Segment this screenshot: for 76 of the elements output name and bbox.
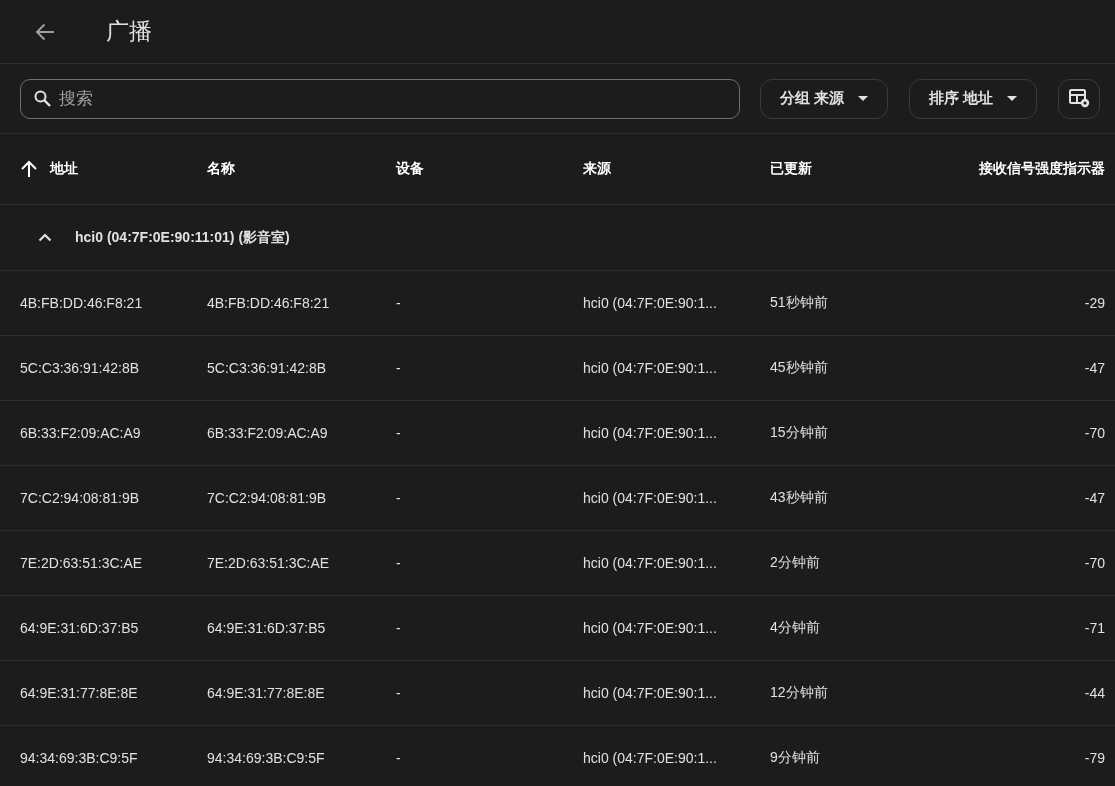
back-button[interactable] [35, 22, 55, 41]
column-header[interactable]: 设备 [396, 160, 424, 178]
table-cell: -47 [1084, 490, 1105, 506]
table-cell: - [396, 360, 401, 376]
table-cell: hci0 (04:7F:0E:90:1... [583, 360, 717, 376]
table-cell: 12分钟前 [770, 684, 828, 702]
table-cell: 4B:FB:DD:46:F8:21 [20, 295, 143, 311]
table-row[interactable]: 7C:C2:94:08:81:9B 7C:C2:94:08:81:9B - hci0 (04:7F:0E:90:1... 43秒钟前 -47 [0, 466, 1115, 531]
search-icon [34, 89, 51, 107]
table-row[interactable]: 64:9E:31:6D:37:B5 64:9E:31:6D:37:B5 - hci0 (04:7F:0E:90:1... 4分钟前 -71 [0, 596, 1115, 661]
table-cell: -79 [1084, 750, 1105, 766]
table-cell: 43秒钟前 [770, 489, 828, 507]
table-cell: 7C:C2:94:08:81:9B [207, 490, 327, 506]
table-cell: hci0 (04:7F:0E:90:1... [583, 490, 717, 506]
sort-arrow-up-icon [20, 160, 38, 178]
column-header[interactable]: 已更新 [770, 160, 812, 178]
table-cell: 6B:33:F2:09:AC:A9 [207, 425, 328, 441]
table-cell: 7E:2D:63:51:3C:AE [207, 555, 330, 571]
table-row[interactable]: 64:9E:31:77:8E:8E 64:9E:31:77:8E:8E - hci0 (04:7F:0E:90:1... 12分钟前 -44 [0, 661, 1115, 726]
column-header[interactable]: 来源 [583, 160, 611, 178]
table-row[interactable]: 94:34:69:3B:C9:5F 94:34:69:3B:C9:5F - hci0 (04:7F:0E:90:1... 9分钟前 -79 [0, 726, 1115, 786]
table-cell: 51秒钟前 [770, 294, 828, 312]
table-settings-icon [1068, 89, 1090, 108]
table-cell: 4分钟前 [770, 619, 820, 637]
chevron-icon[interactable] [38, 233, 52, 242]
group-by-button[interactable]: 分组 来源 [760, 78, 888, 119]
table-cell: - [396, 295, 401, 311]
caret-icon [858, 96, 869, 101]
column-header[interactable]: 地址 [20, 160, 78, 178]
table-cell: 2分钟前 [770, 554, 820, 572]
search-field[interactable]: 搜索 [20, 78, 740, 119]
table-cell: 5C:C3:36:91:42:8B [20, 360, 140, 376]
table-cell: -70 [1084, 555, 1105, 571]
table-cell: 7E:2D:63:51:3C:AE [20, 555, 143, 571]
table-cell: 45秒钟前 [770, 359, 828, 377]
table-row[interactable]: 5C:C3:36:91:42:8B 5C:C3:36:91:42:8B - hci0 (04:7F:0E:90:1... 45秒钟前 -47 [0, 336, 1115, 401]
column-header[interactable]: 名称 [207, 160, 235, 178]
sort-button[interactable]: 排序 地址 [909, 78, 1037, 119]
group-label: hci0 (04:7F:0E:90:11:01) (影音室) [75, 228, 290, 247]
table-cell: -44 [1084, 685, 1105, 701]
page-title: 广播 [106, 17, 152, 46]
table-cell: 9分钟前 [770, 749, 820, 767]
table-cell: 5C:C3:36:91:42:8B [207, 360, 327, 376]
table-row[interactable]: 6B:33:F2:09:AC:A9 6B:33:F2:09:AC:A9 - hci0 (04:7F:0E:90:1... 15分钟前 -70 [0, 401, 1115, 466]
table-cell: 64:9E:31:6D:37:B5 [20, 620, 139, 636]
table-cell: -29 [1084, 295, 1105, 311]
table-cell: 64:9E:31:6D:37:B5 [207, 620, 326, 636]
table-cell: - [396, 750, 401, 766]
back-arrow-icon [35, 22, 55, 41]
table-cell: - [396, 425, 401, 441]
table-cell: - [396, 620, 401, 636]
table-cell: 15分钟前 [770, 424, 828, 442]
table-cell: hci0 (04:7F:0E:90:1... [583, 295, 717, 311]
table-cell: - [396, 685, 401, 701]
table-cell: hci0 (04:7F:0E:90:1... [583, 555, 717, 571]
table-cell: -47 [1084, 360, 1105, 376]
table-row[interactable]: 4B:FB:DD:46:F8:21 4B:FB:DD:46:F8:21 - hci0 (04:7F:0E:90:1... 51秒钟前 -29 [0, 271, 1115, 336]
table-cell: 64:9E:31:77:8E:8E [20, 685, 138, 701]
table-cell: - [396, 490, 401, 506]
column-header[interactable]: 接收信号强度指示器 [979, 160, 1105, 178]
table-cell: hci0 (04:7F:0E:90:1... [583, 750, 717, 766]
table-cell: hci0 (04:7F:0E:90:1... [583, 620, 717, 636]
caret-icon [1007, 96, 1018, 101]
table-cell: -71 [1084, 620, 1105, 636]
table-cell: 6B:33:F2:09:AC:A9 [20, 425, 141, 441]
table-cell: -70 [1084, 425, 1105, 441]
table-cell: 4B:FB:DD:46:F8:21 [207, 295, 330, 311]
table-cell: 94:34:69:3B:C9:5F [207, 750, 325, 766]
table-cell: 94:34:69:3B:C9:5F [20, 750, 138, 766]
table-cell: hci0 (04:7F:0E:90:1... [583, 425, 717, 441]
table-cell: - [396, 555, 401, 571]
table-settings-button[interactable] [1058, 78, 1100, 119]
table-row[interactable]: 7E:2D:63:51:3C:AE 7E:2D:63:51:3C:AE - hci0 (04:7F:0E:90:1... 2分钟前 -70 [0, 531, 1115, 596]
table-cell: hci0 (04:7F:0E:90:1... [583, 685, 717, 701]
table-cell: 7C:C2:94:08:81:9B [20, 490, 140, 506]
table-cell: 64:9E:31:77:8E:8E [207, 685, 325, 701]
